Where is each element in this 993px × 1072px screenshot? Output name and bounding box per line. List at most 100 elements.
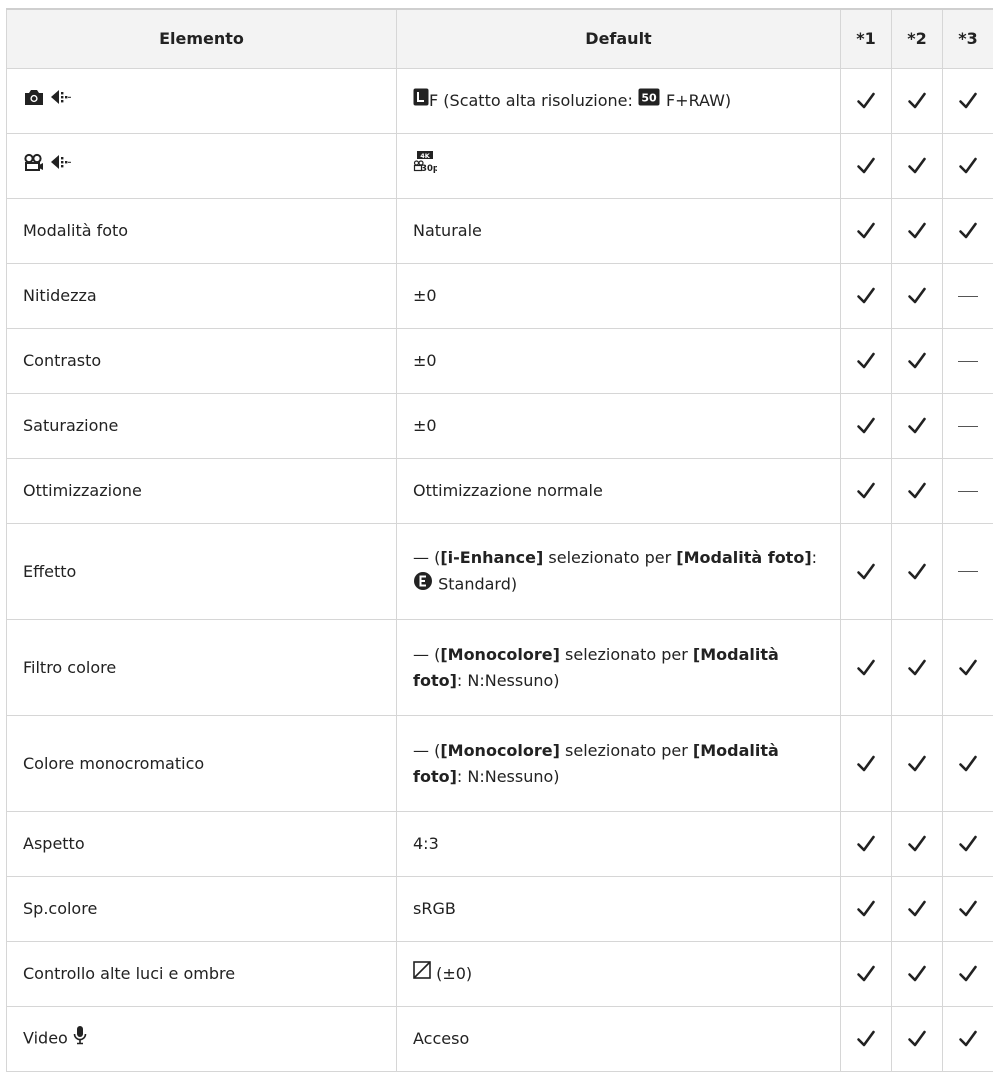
header-item: Elemento: [7, 9, 397, 69]
check-mark-icon: [943, 199, 993, 264]
check-mark-icon: [892, 942, 943, 1007]
check-mark-icon: [892, 812, 943, 877]
check-mark-icon: [841, 716, 892, 812]
default-settings-table: Elemento Default *1 *2 *3 F (Scatto alta…: [6, 8, 993, 1072]
settings-page: Elemento Default *1 *2 *3 F (Scatto alta…: [0, 0, 993, 1043]
check-mark-icon: [841, 134, 892, 199]
table-header-row: Elemento Default *1 *2 *3: [7, 9, 993, 69]
item-cell: [7, 134, 397, 199]
default-cell: sRGB: [397, 877, 841, 942]
check-mark-icon: [841, 524, 892, 620]
large-fine-icon: [413, 88, 429, 114]
default-cell: (±0): [397, 942, 841, 1007]
check-mark-icon: [841, 459, 892, 524]
table-row: Effetto — ([i-Enhance] selezionato per […: [7, 524, 993, 620]
check-mark-icon: [892, 199, 943, 264]
check-mark-icon: [943, 620, 993, 716]
item-cell: Ottimizzazione: [7, 459, 397, 524]
default-cell: ±0: [397, 394, 841, 459]
item-cell: Filtro colore: [7, 620, 397, 716]
not-applicable-dash: [943, 329, 993, 394]
item-cell: Colore monocromatico: [7, 716, 397, 812]
table-row: Video Acceso: [7, 1007, 993, 1072]
item-cell: [7, 69, 397, 134]
default-cell: — ([Monocolore] selezionato per [Modalit…: [397, 620, 841, 716]
default-cell: Naturale: [397, 199, 841, 264]
item-cell: Modalità foto: [7, 199, 397, 264]
check-mark-icon: [892, 716, 943, 812]
e-circle-icon: [413, 571, 433, 599]
header-default: Default: [397, 9, 841, 69]
microphone-icon: [73, 1025, 87, 1053]
item-cell: Sp.colore: [7, 877, 397, 942]
svg-text:30p: 30p: [421, 164, 437, 173]
table-row: Nitidezza ±0: [7, 264, 993, 329]
table-row: Aspetto 4:3: [7, 812, 993, 877]
camera-icon: [23, 88, 45, 114]
table-row: Colore monocromatico — ([Monocolore] sel…: [7, 716, 993, 812]
default-cell: F (Scatto alta risoluzione: 50 F+RAW): [397, 69, 841, 134]
check-mark-icon: [892, 524, 943, 620]
check-mark-icon: [892, 329, 943, 394]
item-cell: Video: [7, 1007, 397, 1072]
default-cell: — ([Monocolore] selezionato per [Modalit…: [397, 716, 841, 812]
table-row: Modalità foto Naturale: [7, 199, 993, 264]
check-mark-icon: [892, 134, 943, 199]
movie-icon: [23, 153, 45, 179]
check-mark-icon: [841, 69, 892, 134]
not-applicable-dash: [943, 394, 993, 459]
check-mark-icon: [841, 812, 892, 877]
svg-text:50: 50: [641, 92, 657, 105]
item-cell: Contrasto: [7, 329, 397, 394]
check-mark-icon: [892, 264, 943, 329]
check-mark-icon: [841, 329, 892, 394]
check-mark-icon: [841, 199, 892, 264]
table-row: Contrasto ±0: [7, 329, 993, 394]
default-cell: 4K 30p: [397, 134, 841, 199]
table-row: Saturazione ±0: [7, 394, 993, 459]
table-row: F (Scatto alta risoluzione: 50 F+RAW): [7, 69, 993, 134]
check-mark-icon: [943, 812, 993, 877]
4k-30p-icon: 4K 30p: [413, 151, 437, 181]
check-mark-icon: [943, 942, 993, 1007]
check-mark-icon: [841, 394, 892, 459]
item-cell: Nitidezza: [7, 264, 397, 329]
table-row: Controllo alte luci e ombre (±0): [7, 942, 993, 1007]
check-mark-icon: [943, 134, 993, 199]
header-col-1: *1: [841, 9, 892, 69]
table-row: Filtro colore — ([Monocolore] selezionat…: [7, 620, 993, 716]
default-cell: ±0: [397, 264, 841, 329]
table-row: Sp.colore sRGB: [7, 877, 993, 942]
table-row: 4K 30p: [7, 134, 993, 199]
svg-text:4K: 4K: [420, 152, 431, 160]
check-mark-icon: [943, 1007, 993, 1072]
check-mark-icon: [841, 264, 892, 329]
check-mark-icon: [841, 877, 892, 942]
check-mark-icon: [841, 942, 892, 1007]
check-mark-icon: [892, 69, 943, 134]
check-mark-icon: [943, 69, 993, 134]
header-col-3: *3: [943, 9, 993, 69]
default-cell: — ([i-Enhance] selezionato per [Modalità…: [397, 524, 841, 620]
item-cell: Effetto: [7, 524, 397, 620]
check-mark-icon: [841, 1007, 892, 1072]
header-col-2: *2: [892, 9, 943, 69]
quality-icon: [50, 88, 72, 114]
table-row: Ottimizzazione Ottimizzazione normale: [7, 459, 993, 524]
not-applicable-dash: [943, 524, 993, 620]
default-cell: 4:3: [397, 812, 841, 877]
default-cell: ±0: [397, 329, 841, 394]
check-mark-icon: [892, 877, 943, 942]
tone-curve-icon: [413, 961, 431, 987]
item-cell: Controllo alte luci e ombre: [7, 942, 397, 1007]
check-mark-icon: [892, 459, 943, 524]
check-mark-icon: [892, 620, 943, 716]
not-applicable-dash: [943, 459, 993, 524]
check-mark-icon: [841, 620, 892, 716]
check-mark-icon: [892, 1007, 943, 1072]
item-cell: Aspetto: [7, 812, 397, 877]
default-cell: Acceso: [397, 1007, 841, 1072]
default-cell: Ottimizzazione normale: [397, 459, 841, 524]
check-mark-icon: [943, 877, 993, 942]
not-applicable-dash: [943, 264, 993, 329]
